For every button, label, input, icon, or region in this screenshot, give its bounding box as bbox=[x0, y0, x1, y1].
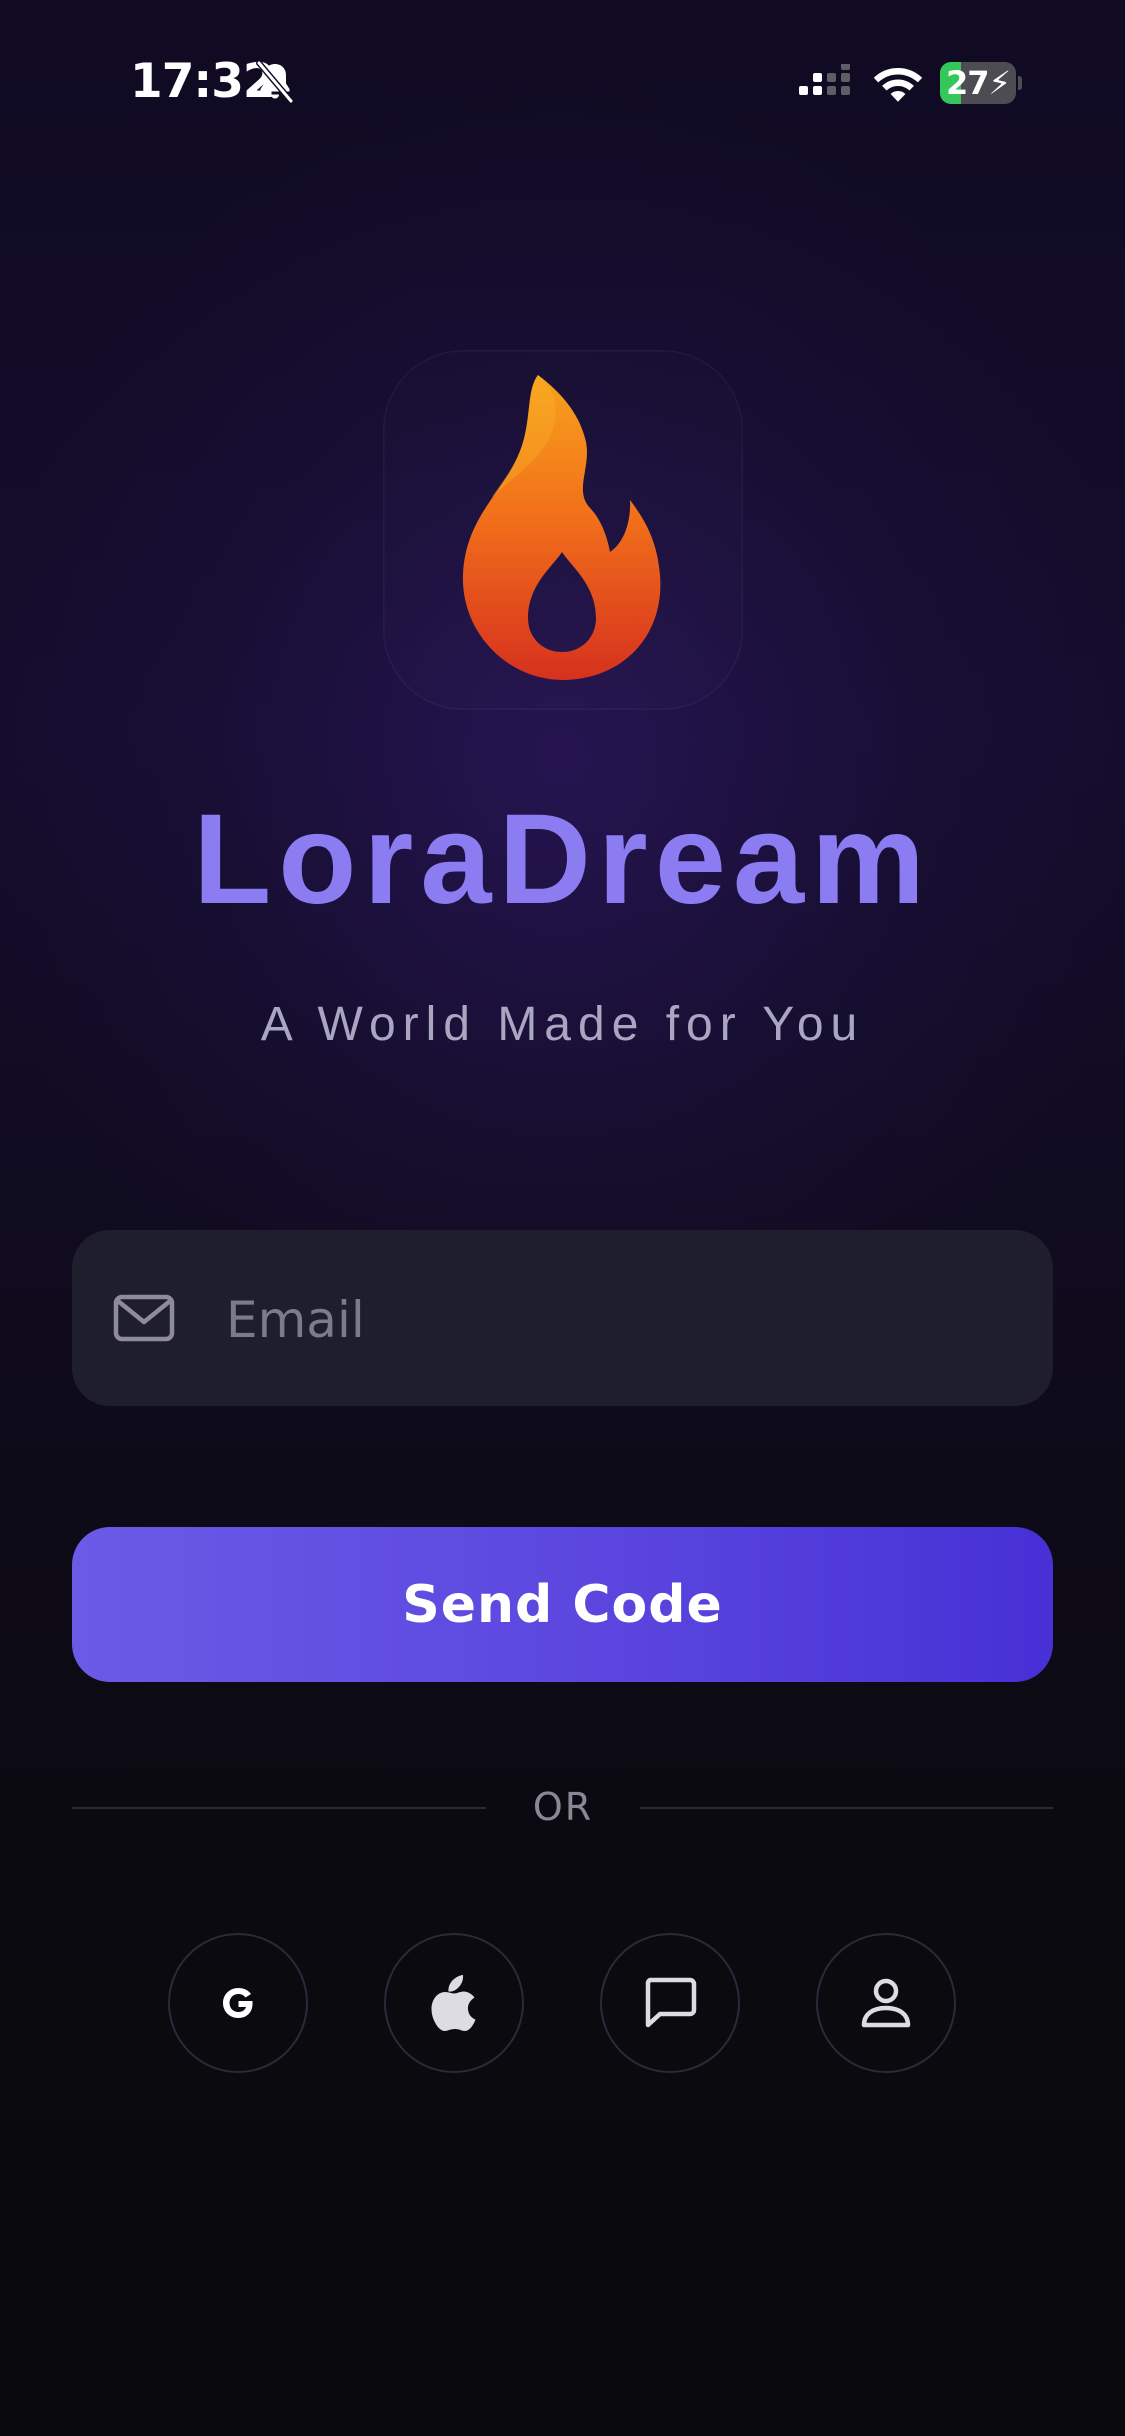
charging-bolt-icon: ⚡ bbox=[988, 64, 1011, 102]
tagline: A World Made for You bbox=[260, 998, 865, 1051]
apple-icon bbox=[431, 1975, 476, 2031]
divider-left bbox=[72, 1807, 486, 1809]
wifi-icon bbox=[873, 68, 923, 102]
battery-indicator: 27⚡ bbox=[940, 62, 1022, 104]
cellular-signal-icon bbox=[799, 64, 850, 95]
mail-icon bbox=[113, 1294, 175, 1342]
google-icon bbox=[223, 1988, 253, 2018]
bell-slash-icon bbox=[256, 60, 294, 104]
message-sign-in-button[interactable] bbox=[600, 1933, 740, 2073]
battery-level: 27⚡ bbox=[946, 64, 1011, 102]
send-code-button[interactable]: Send Code bbox=[72, 1527, 1053, 1682]
google-sign-in-button[interactable] bbox=[168, 1933, 308, 2073]
divider-right bbox=[640, 1807, 1053, 1809]
guest-sign-in-button[interactable] bbox=[816, 1933, 956, 2073]
send-code-label: Send Code bbox=[402, 1574, 723, 1635]
message-icon bbox=[645, 1977, 697, 2028]
apple-sign-in-button[interactable] bbox=[384, 1933, 524, 2073]
app-name: LoraDream bbox=[193, 788, 932, 931]
email-input[interactable] bbox=[226, 1272, 1006, 1368]
person-icon bbox=[861, 1978, 911, 2028]
or-label: OR bbox=[532, 1785, 594, 1829]
flame-icon bbox=[462, 375, 661, 680]
status-time: 17:32 bbox=[130, 54, 276, 109]
